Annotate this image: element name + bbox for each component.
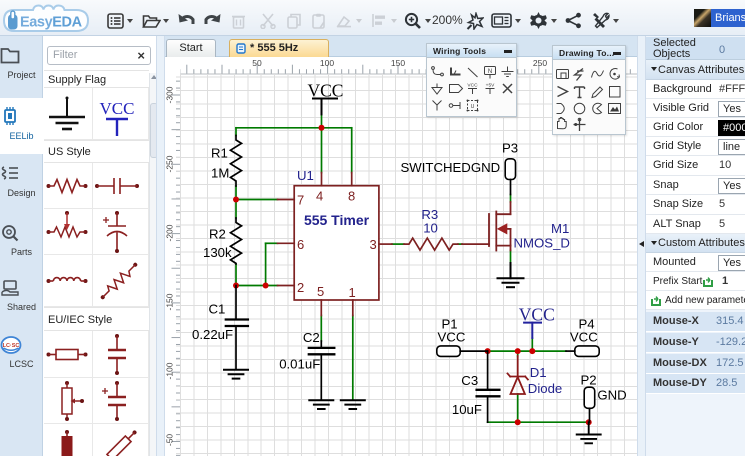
- svg-text:NMOS_D: NMOS_D: [514, 236, 570, 251]
- svg-text:VCC: VCC: [570, 330, 598, 345]
- svg-text:N: N: [488, 69, 492, 75]
- svg-text:VCC: VCC: [519, 305, 555, 325]
- svg-text:C3: C3: [461, 373, 478, 388]
- svg-text:+5V: +5V: [486, 83, 495, 89]
- svg-text:8: 8: [348, 189, 355, 204]
- svg-text:U1: U1: [297, 168, 314, 183]
- svg-text:1M: 1M: [211, 166, 229, 181]
- svg-text:M1: M1: [551, 221, 569, 236]
- svg-text:U: U: [471, 104, 475, 110]
- svg-text:7: 7: [297, 193, 304, 208]
- svg-text:VCC: VCC: [438, 330, 466, 345]
- svg-text:4: 4: [316, 189, 323, 204]
- svg-text:EasyEDA: EasyEDA: [20, 15, 83, 31]
- svg-text:C1: C1: [209, 302, 226, 317]
- svg-text:5: 5: [317, 284, 324, 299]
- svg-text:D1: D1: [530, 365, 547, 380]
- svg-text:555 Timer: 555 Timer: [304, 212, 370, 228]
- svg-text:P2: P2: [581, 373, 597, 388]
- svg-text:Diode: Diode: [528, 381, 562, 396]
- svg-text:1: 1: [349, 285, 356, 300]
- svg-text:VCC: VCC: [467, 83, 478, 89]
- svg-text:SWITCHEDGND: SWITCHEDGND: [401, 160, 501, 175]
- svg-text:R2: R2: [209, 227, 226, 242]
- svg-text:GND: GND: [597, 388, 626, 403]
- svg-text:0.22uF: 0.22uF: [192, 327, 233, 342]
- svg-text:R1: R1: [211, 146, 228, 161]
- svg-text:2: 2: [297, 280, 304, 295]
- svg-text:C2: C2: [303, 330, 320, 345]
- svg-text:130k: 130k: [203, 245, 232, 260]
- svg-text:10uF: 10uF: [452, 402, 482, 417]
- svg-text:P3: P3: [502, 141, 518, 156]
- svg-text:6: 6: [297, 237, 304, 252]
- svg-text:0.01uF: 0.01uF: [279, 357, 320, 372]
- svg-text:10: 10: [423, 221, 438, 236]
- svg-text:VCC: VCC: [100, 99, 135, 118]
- svg-text:LC·SC: LC·SC: [3, 343, 20, 349]
- svg-text:3: 3: [370, 237, 377, 252]
